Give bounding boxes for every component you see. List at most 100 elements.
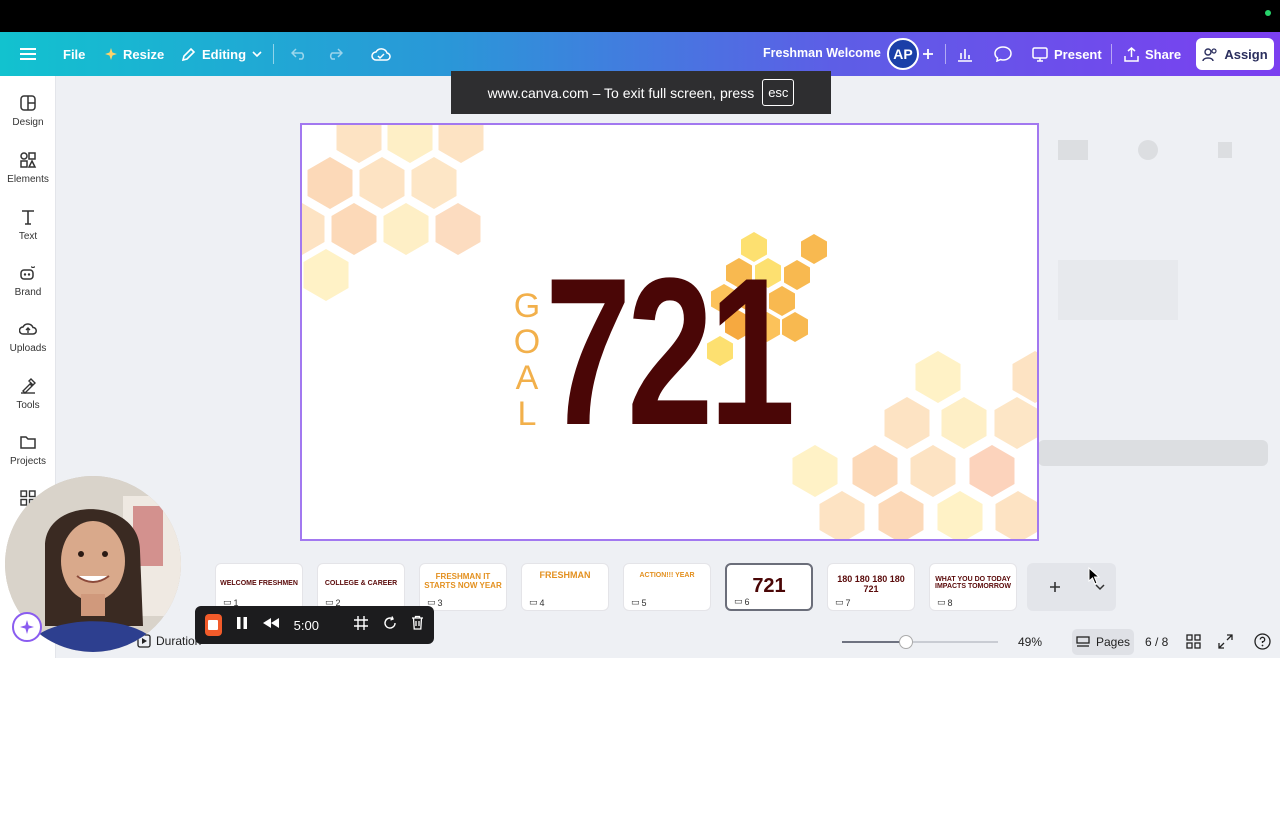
pause-button[interactable] bbox=[236, 616, 248, 635]
thumbnail-title: ACTION!!! YEAR bbox=[639, 572, 695, 579]
avatar[interactable]: AP bbox=[887, 38, 919, 70]
page-thumbnail[interactable]: FRESHMAN IT STARTS NOW YEAR ▭ 3 bbox=[419, 563, 507, 611]
brand-icon bbox=[20, 265, 35, 280]
restart-icon bbox=[384, 615, 396, 629]
help-icon bbox=[1254, 633, 1271, 650]
add-page-button[interactable] bbox=[1027, 563, 1116, 611]
resize-button[interactable]: Resize bbox=[105, 32, 164, 76]
canva-editor: File Resize Editing Freshman Welcome AP … bbox=[0, 0, 1280, 832]
pages-icon bbox=[1076, 636, 1090, 647]
menu-button[interactable] bbox=[20, 32, 36, 76]
add-collaborator-button[interactable] bbox=[922, 32, 934, 76]
file-menu[interactable]: File bbox=[63, 32, 85, 76]
sidebar-item-tools[interactable]: Tools bbox=[0, 377, 56, 411]
sidebar-item-label: Brand bbox=[14, 287, 42, 298]
cloud-check-icon bbox=[371, 46, 391, 62]
thumbnail-title: 721 bbox=[752, 575, 786, 597]
page-number: ▭ 6 bbox=[734, 596, 750, 607]
help-button[interactable] bbox=[1254, 633, 1271, 655]
slide-canvas[interactable]: G O A L 721 bbox=[300, 123, 1039, 541]
faded-side-panel bbox=[977, 80, 1280, 550]
sidebar-item-projects[interactable]: Projects bbox=[0, 433, 56, 467]
notes-icon: ▭ bbox=[529, 597, 538, 607]
document-title[interactable]: Freshman Welcome bbox=[763, 46, 881, 60]
page-thumbnail[interactable]: 180 180 180 180 721 ▭ 7 bbox=[827, 563, 915, 611]
share-button[interactable]: Share bbox=[1124, 32, 1181, 76]
page-thumbnail[interactable]: WELCOME FRESHMEN ▭ 1 bbox=[215, 563, 303, 611]
present-label: Present bbox=[1054, 46, 1102, 62]
comment-icon bbox=[994, 46, 1012, 62]
delete-recording-button[interactable] bbox=[411, 615, 424, 635]
page-thumbnail[interactable]: FRESHMAN ▭ 4 bbox=[521, 563, 609, 611]
header-divider bbox=[945, 44, 946, 64]
page-thumbnail[interactable]: WHAT YOU DO TODAY IMPACTS TOMORROW ▭ 8 bbox=[929, 563, 1017, 611]
goal-vertical-text: G O A L bbox=[512, 288, 542, 432]
rewind-icon bbox=[262, 618, 279, 628]
undo-button[interactable] bbox=[291, 32, 307, 76]
grid-view-button[interactable] bbox=[1186, 634, 1201, 654]
redo-button[interactable] bbox=[327, 32, 343, 76]
recording-indicator bbox=[1265, 10, 1271, 16]
pages-button[interactable]: Pages bbox=[1072, 629, 1134, 655]
present-button[interactable]: Present bbox=[1032, 32, 1102, 76]
grid-toggle-button[interactable] bbox=[353, 615, 369, 636]
thumbnail-title: WHAT YOU DO TODAY IMPACTS TOMORROW bbox=[935, 576, 1011, 590]
page-number-text: 7 bbox=[845, 597, 851, 608]
duration-button[interactable]: Duration bbox=[137, 634, 201, 648]
stop-recording-button[interactable] bbox=[205, 614, 222, 636]
goal-letter: G bbox=[513, 287, 541, 325]
esc-key-badge: esc bbox=[762, 79, 795, 106]
save-status-button[interactable] bbox=[371, 32, 391, 76]
page-thumbnail[interactable]: ACTION!!! YEAR ▭ 5 bbox=[623, 563, 711, 611]
goal-letter: L bbox=[517, 395, 537, 433]
thumbnail-title: FRESHMAN IT STARTS NOW YEAR bbox=[424, 572, 502, 590]
plus-icon bbox=[922, 48, 934, 60]
redo-icon bbox=[327, 48, 343, 60]
hamburger-icon bbox=[20, 47, 36, 61]
tools-icon bbox=[21, 378, 36, 394]
uploads-icon bbox=[19, 323, 37, 335]
editing-dropdown[interactable]: Editing bbox=[181, 32, 262, 76]
magic-sparkle-button[interactable] bbox=[12, 612, 42, 642]
goal-letter: O bbox=[513, 323, 541, 361]
sidebar-item-label: Projects bbox=[9, 456, 47, 467]
page-number-text: 3 bbox=[437, 597, 443, 608]
zoom-slider[interactable] bbox=[842, 635, 998, 649]
assign-button[interactable]: Assign bbox=[1196, 38, 1274, 70]
sidebar-item-elements[interactable]: Elements bbox=[0, 151, 56, 185]
zoom-slider-handle[interactable] bbox=[898, 635, 913, 649]
sidebar-item-design[interactable]: Design bbox=[0, 94, 56, 128]
upload-share-icon bbox=[1124, 46, 1139, 62]
page-thumbnail-active[interactable]: 721 ▭ 6 bbox=[725, 563, 813, 611]
comments-button[interactable] bbox=[994, 32, 1012, 76]
recording-controls: 5:00 bbox=[195, 606, 434, 644]
text-icon bbox=[22, 210, 34, 225]
recording-timer: 5:00 bbox=[293, 617, 319, 633]
sidebar-item-label: Text bbox=[18, 231, 38, 242]
notes-icon: ▭ bbox=[937, 597, 946, 607]
projects-icon bbox=[20, 436, 36, 449]
page-number-text: 6 bbox=[744, 596, 750, 607]
sidebar-item-brand[interactable]: Brand bbox=[0, 264, 56, 298]
editor-header: File Resize Editing Freshman Welcome AP … bbox=[0, 32, 1280, 76]
sidebar-item-text[interactable]: Text bbox=[0, 208, 56, 242]
insights-button[interactable] bbox=[957, 32, 973, 76]
thumbnail-title: FRESHMAN bbox=[539, 570, 591, 580]
notes-icon: ▭ bbox=[734, 596, 743, 606]
rewind-button[interactable] bbox=[262, 616, 280, 634]
header-divider bbox=[273, 44, 274, 64]
sparkle-crown-icon bbox=[105, 48, 117, 60]
page-thumbnail[interactable]: COLLEGE & CAREER ▭ 2 bbox=[317, 563, 405, 611]
zoom-slider-fill bbox=[842, 641, 906, 643]
restart-button[interactable] bbox=[383, 615, 397, 635]
sidebar-item-uploads[interactable]: Uploads bbox=[0, 320, 56, 354]
zoom-level[interactable]: 49% bbox=[1018, 635, 1042, 649]
pages-label: Pages bbox=[1095, 635, 1131, 649]
page-number: ▭ 7 bbox=[835, 597, 851, 608]
sidebar-item-label: Design bbox=[12, 117, 44, 128]
sidebar-item-label: Elements bbox=[7, 174, 49, 185]
chevron-down-icon bbox=[252, 51, 262, 57]
fullscreen-button[interactable] bbox=[1218, 634, 1233, 654]
grid-view-icon bbox=[1186, 634, 1201, 649]
page-number-text: 4 bbox=[539, 597, 545, 608]
